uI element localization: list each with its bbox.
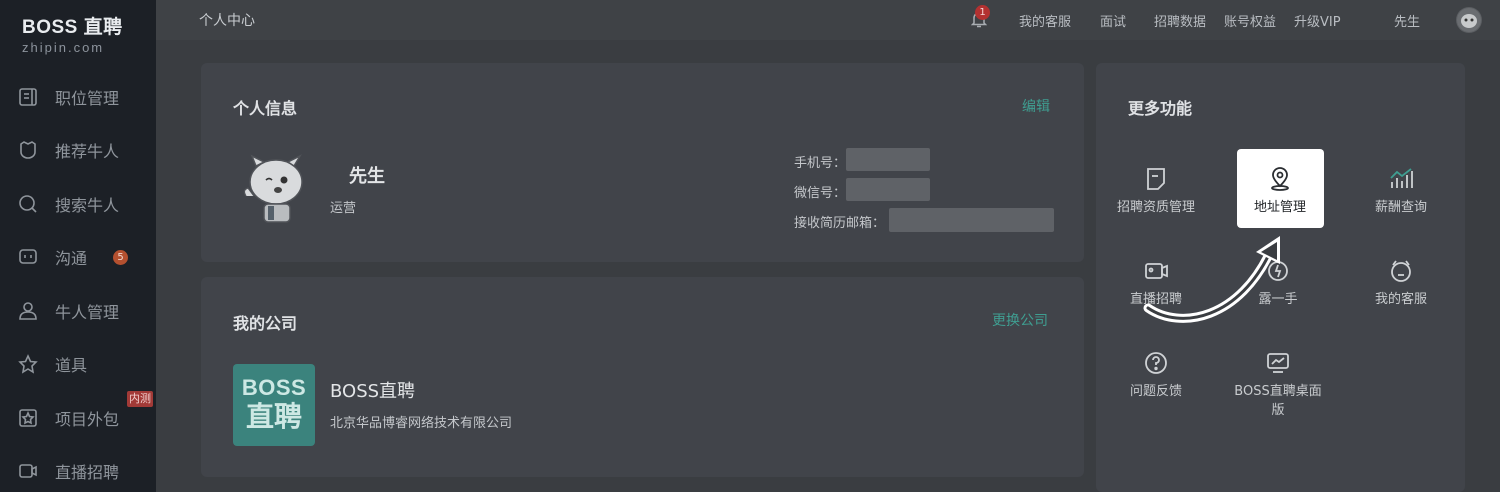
top-link-interview[interactable]: 面试 — [1100, 11, 1126, 30]
sidebar-item-search[interactable]: 搜索牛人 — [0, 184, 156, 224]
email-value-redacted — [889, 208, 1054, 232]
sidebar-item-livestream[interactable]: 直播招聘 — [0, 451, 156, 491]
change-company-button[interactable]: 更换公司 — [992, 310, 1048, 330]
document-icon — [1147, 168, 1165, 190]
feature-label: 问题反馈 — [1129, 384, 1182, 399]
feature-qualification[interactable]: 招聘资质管理 — [1106, 166, 1206, 215]
feature-desktop[interactable]: BOSS直聘桌面版 — [1228, 350, 1328, 418]
sidebar-item-label: 项目外包 — [55, 410, 120, 429]
page-title: 个人中心 — [199, 13, 255, 29]
brand-logo[interactable]: BOSS 直聘 zhipin.com — [22, 12, 132, 55]
job-list-icon — [18, 87, 38, 107]
wechat-label: 微信号： — [794, 186, 847, 201]
feature-label: 我的客服 — [1374, 292, 1427, 307]
star-badge-icon — [18, 354, 38, 374]
email-label: 接收简历邮箱： — [794, 216, 886, 231]
feature-salary[interactable]: 薪酬查询 — [1351, 166, 1451, 215]
company-title: 我的公司 — [233, 314, 298, 333]
company-logo-line2: 直聘 — [245, 401, 302, 432]
phone-label: 手机号： — [794, 156, 847, 171]
person-icon — [18, 301, 38, 321]
edit-button[interactable]: 编辑 — [1022, 96, 1050, 116]
sidebar-item-talent[interactable]: 牛人管理 — [0, 291, 156, 331]
feature-label: BOSS直聘桌面版 — [1234, 384, 1322, 418]
top-link-data[interactable]: 招聘数据 — [1154, 11, 1206, 30]
logo-main-text: BOSS 直聘 — [22, 17, 123, 38]
sidebar-item-label: 职位管理 — [55, 89, 120, 108]
sidebar: BOSS 直聘 zhipin.com 职位管理 推荐牛人 搜索牛人 沟通 5 牛… — [0, 0, 156, 492]
feature-label: 薪酬查询 — [1374, 200, 1427, 215]
recommend-icon — [18, 140, 38, 160]
question-icon — [1145, 352, 1167, 374]
profile-name: 先生 — [349, 166, 385, 187]
top-link-rights[interactable]: 账号权益 — [1224, 11, 1276, 30]
sidebar-item-label: 道具 — [55, 356, 88, 375]
sidebar-item-outsourcing[interactable]: 项目外包 内测 — [0, 391, 156, 438]
chat-icon — [18, 247, 38, 267]
phone-value-redacted — [846, 148, 930, 171]
sidebar-item-label: 沟通 — [55, 249, 88, 268]
location-pin-icon — [1271, 167, 1289, 191]
beta-tag: 内测 — [127, 391, 153, 407]
avatar[interactable] — [1456, 7, 1482, 33]
top-bar: 个人中心 1 我的客服 面试 招聘数据 账号权益 升级VIP 先生 — [156, 0, 1500, 40]
search-icon — [18, 194, 38, 214]
wechat-value-redacted — [846, 178, 930, 201]
bar-chart-icon — [1390, 168, 1413, 188]
star-box-icon — [18, 408, 38, 428]
logo-sub-text: zhipin.com — [22, 40, 105, 55]
sidebar-item-recommend[interactable]: 推荐牛人 — [0, 130, 156, 170]
sidebar-item-label: 推荐牛人 — [55, 142, 120, 161]
chat-unread-badge: 5 — [113, 250, 128, 265]
service-icon — [1391, 260, 1411, 282]
notification-badge: 1 — [975, 5, 990, 20]
monitor-icon — [1267, 353, 1289, 373]
personal-info-card — [201, 63, 1084, 262]
feature-service[interactable]: 我的客服 — [1351, 258, 1451, 307]
feature-label: 地址管理 — [1253, 200, 1306, 215]
profile-avatar[interactable] — [238, 152, 310, 228]
feature-feedback[interactable]: 问题反馈 — [1106, 350, 1206, 399]
company-full-name: 北京华品博睿网络技术有限公司 — [330, 416, 513, 431]
sidebar-item-label: 搜索牛人 — [55, 196, 120, 215]
company-logo-line1: BOSS — [241, 375, 307, 400]
company-logo: BOSS 直聘 — [233, 364, 315, 446]
video-icon — [18, 461, 38, 481]
sidebar-item-jobs[interactable]: 职位管理 — [0, 77, 156, 117]
sidebar-item-chat[interactable]: 沟通 5 — [0, 237, 156, 277]
feature-address[interactable]: 地址管理 — [1230, 166, 1330, 215]
sidebar-item-tools[interactable]: 道具 — [0, 344, 156, 384]
top-link-vip[interactable]: 升级VIP — [1294, 11, 1341, 30]
feature-label: 招聘资质管理 — [1116, 200, 1195, 215]
sidebar-item-label: 牛人管理 — [55, 303, 120, 322]
sidebar-item-label: 直播招聘 — [55, 463, 120, 482]
more-features-title: 更多功能 — [1128, 99, 1193, 118]
top-user-name[interactable]: 先生 — [1394, 11, 1420, 30]
personal-info-title: 个人信息 — [233, 99, 298, 118]
company-name: BOSS直聘 — [330, 381, 416, 402]
profile-role: 运营 — [330, 201, 357, 216]
top-link-service[interactable]: 我的客服 — [1019, 11, 1071, 30]
pointer-arrow-icon — [1143, 236, 1280, 323]
